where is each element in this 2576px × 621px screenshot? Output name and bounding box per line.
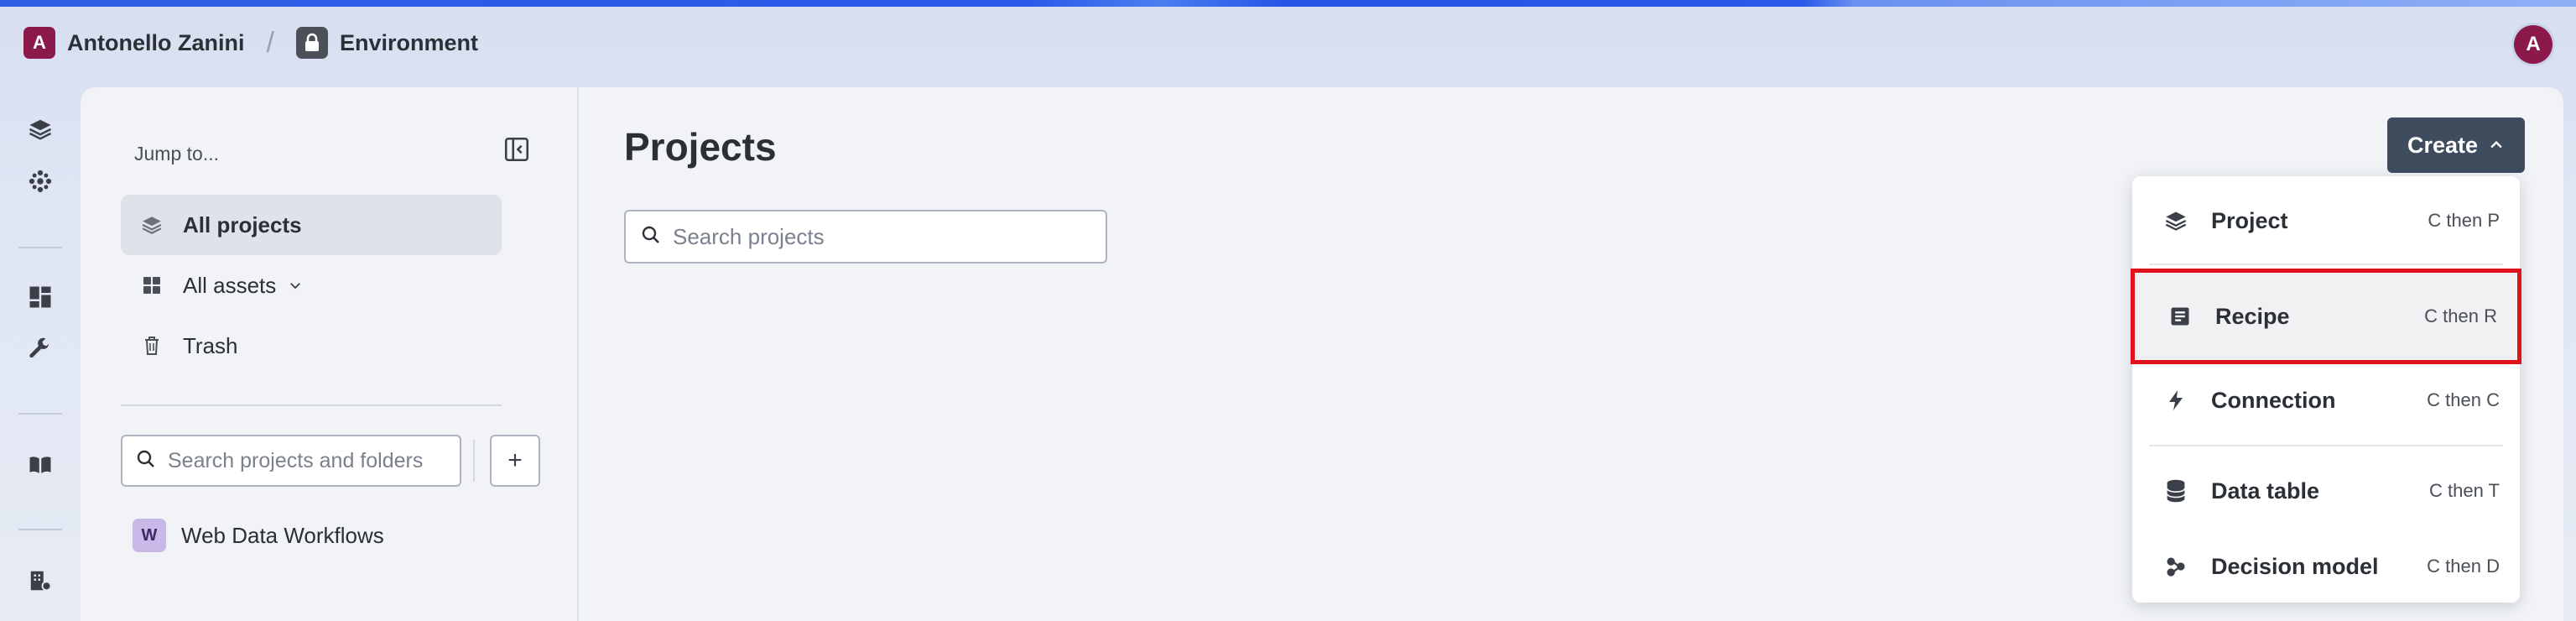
chevron-up-icon	[2488, 137, 2505, 154]
layers-icon	[2162, 207, 2189, 234]
menu-item-connection[interactable]: Connection C then C	[2132, 363, 2520, 438]
decision-model-icon	[2162, 553, 2189, 580]
workspace-admin-icon[interactable]	[25, 566, 55, 596]
create-menu: Project C then P Recipe C then R Connect…	[2131, 176, 2521, 604]
nav-trash[interactable]: Trash	[121, 316, 502, 376]
menu-label: Data table	[2211, 477, 2320, 504]
layers-icon	[139, 212, 164, 237]
create-button[interactable]: Create	[2387, 117, 2525, 173]
rail-divider	[18, 413, 62, 415]
menu-divider	[2149, 264, 2503, 265]
jump-to-label[interactable]: Jump to...	[134, 143, 219, 165]
projects-search-box[interactable]	[624, 210, 1107, 264]
rail-divider	[18, 247, 62, 248]
menu-shortcut: C then T	[2429, 480, 2500, 501]
tools-icon[interactable]	[25, 334, 55, 364]
nav-label: All projects	[183, 211, 302, 237]
nav-all-assets[interactable]: All assets	[121, 255, 502, 316]
menu-shortcut: C then P	[2428, 210, 2500, 231]
menu-shortcut: C then R	[2424, 305, 2497, 326]
project-badge: W	[133, 519, 166, 552]
menu-item-project[interactable]: Project C then P	[2132, 183, 2520, 258]
menu-shortcut: C then D	[2427, 556, 2500, 577]
menu-divider	[2149, 445, 2503, 446]
breadcrumb-separator: /	[266, 26, 274, 59]
vertical-separator	[473, 440, 475, 482]
top-bar: A Antonello Zanini / Environment A	[0, 7, 2576, 79]
left-rail	[0, 87, 81, 621]
chevron-down-icon[interactable]	[288, 278, 303, 293]
menu-item-data-table[interactable]: Data table C then T	[2132, 453, 2520, 529]
project-item[interactable]: W Web Data Workflows	[133, 514, 384, 557]
projects-icon[interactable]	[25, 114, 55, 144]
menu-item-decision-model[interactable]: Decision model C then D	[2132, 529, 2520, 604]
grid-icon	[139, 273, 164, 298]
top-accent-bar	[0, 0, 2576, 7]
projects-search-input[interactable]	[673, 223, 1092, 250]
menu-label: Connection	[2211, 387, 2336, 413]
main-panel: Jump to... All projects All assets Trash	[81, 87, 2563, 621]
environment-name[interactable]: Environment	[340, 30, 478, 56]
menu-shortcut: C then C	[2427, 389, 2500, 410]
search-icon	[641, 225, 661, 249]
rail-divider	[18, 529, 62, 530]
lock-icon	[295, 27, 328, 59]
folder-search-input[interactable]	[168, 448, 453, 473]
lightning-icon	[2162, 387, 2189, 414]
folder-search-box[interactable]	[121, 435, 461, 487]
search-icon	[136, 449, 156, 473]
menu-label: Recipe	[2215, 303, 2290, 329]
menu-item-recipe[interactable]: Recipe C then R	[2131, 269, 2521, 364]
add-folder-button[interactable]: +	[490, 435, 540, 487]
user-avatar[interactable]: A	[2514, 25, 2553, 64]
recipe-icon	[2167, 303, 2194, 330]
project-name: Web Data Workflows	[181, 522, 384, 548]
menu-label: Project	[2211, 207, 2288, 233]
nav-label: All assets	[183, 272, 277, 298]
create-label: Create	[2407, 132, 2479, 158]
nav-label: Trash	[183, 332, 238, 358]
nav-all-projects[interactable]: All projects	[121, 195, 502, 255]
trash-icon	[139, 333, 164, 358]
org-name[interactable]: Antonello Zanini	[67, 30, 244, 56]
page-title: Projects	[624, 125, 777, 169]
dashboard-icon[interactable]	[25, 282, 55, 312]
projects-sidebar: Jump to... All projects All assets Trash	[81, 87, 579, 621]
menu-label: Decision model	[2211, 553, 2379, 579]
database-icon	[2162, 477, 2189, 504]
collapse-sidebar-icon[interactable]	[500, 133, 533, 166]
sidebar-divider	[121, 404, 502, 406]
automation-icon[interactable]	[25, 166, 55, 196]
docs-icon[interactable]	[25, 450, 55, 480]
org-avatar[interactable]: A	[23, 27, 55, 59]
